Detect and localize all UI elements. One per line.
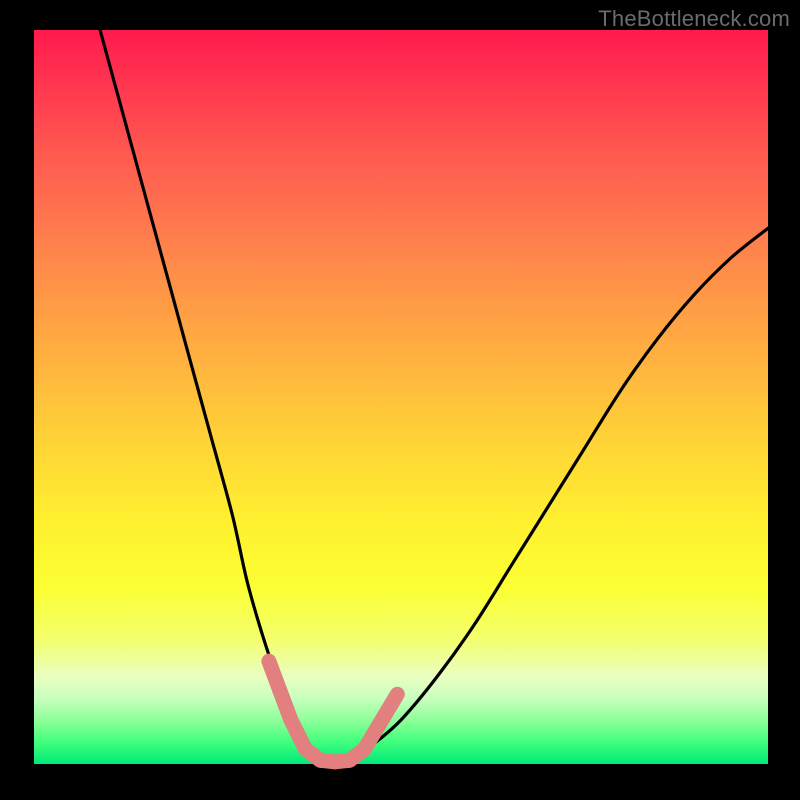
plot-area [34,30,768,764]
bottleneck-curve [100,30,768,765]
chart-frame: TheBottleneck.com [0,0,800,800]
highlight-segment [386,694,397,712]
watermark-text: TheBottleneck.com [598,6,790,32]
highlight-segments [269,661,397,762]
curve-layer [34,30,768,764]
